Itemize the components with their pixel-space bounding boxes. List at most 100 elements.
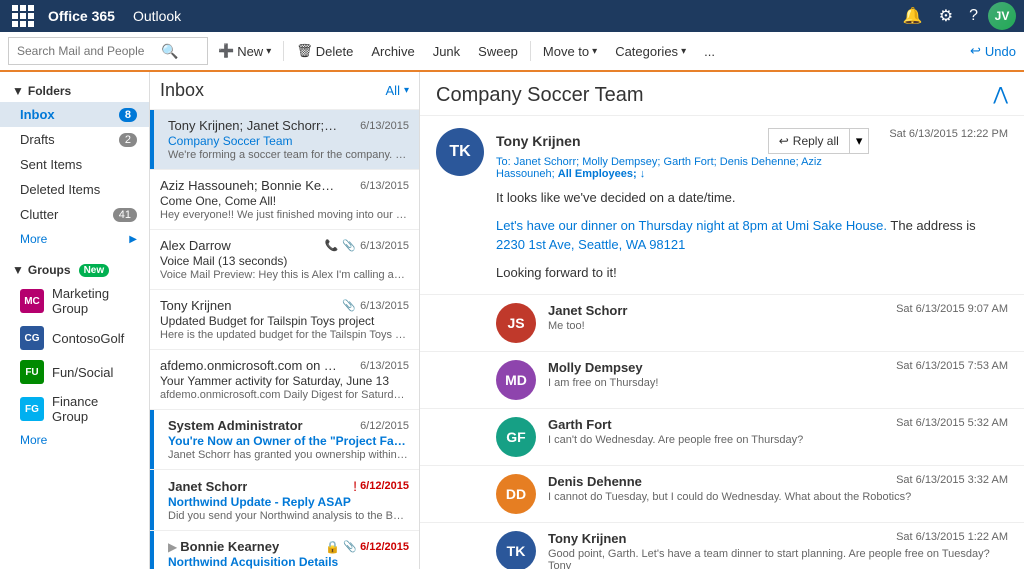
reply-all-button[interactable]: ↩ Reply all	[768, 128, 850, 154]
email-item-4[interactable]: Tony Krijnen 📎 6/13/2015 Updated Budget …	[150, 290, 419, 350]
collapse-button[interactable]: ⋀	[993, 84, 1008, 105]
email-preview-2: Hey everyone!! We just finished moving i…	[160, 209, 409, 221]
conv-date-2: Sat 6/13/2015 9:07 AM	[896, 303, 1008, 318]
search-box[interactable]: 🔍	[8, 37, 208, 65]
email-sender-7: Janet Schorr	[160, 479, 247, 494]
email-item-5[interactable]: afdemo.onmicrosoft.com on Yammer 6/13/20…	[150, 350, 419, 410]
email-item-8[interactable]: ▶ Bonnie Kearney 🔒 📎 6/12/2015 Northwind…	[150, 531, 419, 569]
email-subject-1: Company Soccer Team	[168, 134, 409, 148]
unread-indicator-8	[150, 531, 154, 569]
clutter-label: Clutter	[20, 207, 58, 222]
user-avatar[interactable]: JV	[988, 2, 1016, 30]
moveto-label: Move to	[543, 44, 589, 59]
conv-avatar-1: TK	[436, 128, 484, 176]
notifications-button[interactable]: 🔔	[897, 2, 929, 30]
conv-item-3[interactable]: MD Molly Dempsey Sat 6/13/2015 7:53 AM I…	[420, 352, 1024, 409]
email-list-header: Inbox All ▾	[150, 72, 419, 110]
new-button[interactable]: ➕ New ▾	[210, 35, 279, 67]
conv-preview-2: Me too!	[548, 320, 1008, 332]
waffle-menu[interactable]	[8, 1, 38, 31]
email-meta-1: Tony Krijnen; Janet Schorr; Molly D... 6…	[160, 118, 409, 133]
search-icon[interactable]: 🔍	[161, 43, 178, 60]
folders-chevron: ▼	[12, 84, 24, 98]
unread-indicator-6	[150, 410, 154, 469]
deleted-label: Deleted Items	[20, 182, 100, 197]
archive-label: Archive	[371, 44, 414, 59]
categories-button[interactable]: Categories ▾	[607, 35, 694, 67]
sidebar-item-inbox[interactable]: Inbox 8	[0, 102, 149, 127]
group-item-contosogolf[interactable]: CG ContosoGolf	[0, 321, 149, 355]
folders-label: Folders	[28, 84, 71, 98]
email-meta-3: Alex Darrow 📞 📎 6/13/2015	[160, 238, 409, 253]
sweep-button[interactable]: Sweep	[470, 35, 526, 67]
reply-dropdown[interactable]: ▾	[850, 128, 870, 154]
conv-item-4[interactable]: GF Garth Fort Sat 6/13/2015 5:32 AM I ca…	[420, 409, 1024, 466]
email-item-3[interactable]: Alex Darrow 📞 📎 6/13/2015 Voice Mail (13…	[150, 230, 419, 290]
conv-item-5[interactable]: DD Denis Dehenne Sat 6/13/2015 3:32 AM I…	[420, 466, 1024, 523]
help-button[interactable]: ?	[963, 3, 984, 29]
sidebar-item-drafts[interactable]: Drafts 2	[0, 127, 149, 152]
new-label: New	[237, 44, 263, 59]
group-label-finance: Finance Group	[52, 394, 137, 424]
sidebar-item-more[interactable]: More ▶	[0, 227, 149, 251]
delete-button[interactable]: 🗑 Delete	[288, 35, 361, 67]
conv-sender-4: Garth Fort	[548, 417, 612, 432]
groups-section-header[interactable]: ▼ Groups New	[0, 259, 149, 281]
email-item-7[interactable]: Janet Schorr ! 6/12/2015 Northwind Updat…	[150, 470, 419, 531]
email-sender-4: Tony Krijnen	[160, 298, 232, 313]
divider-2	[530, 41, 531, 61]
sidebar-item-clutter[interactable]: Clutter 41	[0, 202, 149, 227]
more-button[interactable]: ...	[696, 35, 723, 67]
email-item-6[interactable]: System Administrator 6/12/2015 You're No…	[150, 410, 419, 470]
moveto-button[interactable]: Move to ▾	[535, 35, 605, 67]
email-sender-8: Bonnie Kearney	[180, 539, 279, 554]
email-meta-8: ▶ Bonnie Kearney 🔒 📎 6/12/2015	[160, 539, 409, 554]
top-bar-actions: 🔔 ⚙ ? JV	[897, 2, 1016, 30]
conv-content-4: Garth Fort Sat 6/13/2015 5:32 AM I can't…	[548, 417, 1008, 446]
group-item-marketing[interactable]: MC Marketing Group	[0, 281, 149, 321]
email-item-1[interactable]: Tony Krijnen; Janet Schorr; Molly D... 6…	[150, 110, 419, 170]
email-content-header: Company Soccer Team ⋀	[420, 72, 1024, 116]
sidebar-item-deleted[interactable]: Deleted Items	[0, 177, 149, 202]
email-date-3: 6/13/2015	[360, 240, 409, 252]
group-label-contosogolf: ContosoGolf	[52, 331, 124, 346]
conv-sender-1: Tony Krijnen	[496, 133, 581, 149]
drafts-badge: 2	[119, 133, 137, 147]
conv-content-3: Molly Dempsey Sat 6/13/2015 7:53 AM I am…	[548, 360, 1008, 389]
email-sender-2: Aziz Hassouneh; Bonnie Kearney; D...	[160, 178, 340, 193]
more-groups-link[interactable]: More	[0, 429, 149, 451]
sidebar-item-sent[interactable]: Sent Items	[0, 152, 149, 177]
group-item-funsocial[interactable]: FU Fun/Social	[0, 355, 149, 389]
email-list: Inbox All ▾ Tony Krijnen; Janet Schorr; …	[150, 72, 420, 569]
email-item-2[interactable]: Aziz Hassouneh; Bonnie Kearney; D... 6/1…	[150, 170, 419, 230]
undo-button[interactable]: ↩ Undo	[970, 43, 1016, 59]
email-sender-6: System Administrator	[160, 418, 303, 433]
group-label-marketing: Marketing Group	[52, 286, 137, 316]
new-dropdown-icon: ▾	[266, 46, 271, 57]
clutter-badge: 41	[113, 208, 137, 222]
email-subject-6: You're Now an Owner of the "Project Falc…	[168, 434, 409, 448]
email-subject-4: Updated Budget for Tailspin Toys project	[160, 314, 409, 328]
conv-avatar-3: MD	[496, 360, 536, 400]
group-avatar-finance: FG	[20, 397, 44, 421]
conv-item-6[interactable]: TK Tony Krijnen Sat 6/13/2015 1:22 AM Go…	[420, 523, 1024, 569]
settings-button[interactable]: ⚙	[933, 2, 959, 30]
conv-sender-info-1: Tony Krijnen ↩ Reply all ▾ To: Janet Sch…	[496, 128, 869, 180]
email-list-filter[interactable]: All ▾	[386, 83, 409, 98]
archive-button[interactable]: Archive	[363, 35, 422, 67]
email-meta-5: afdemo.onmicrosoft.com on Yammer 6/13/20…	[160, 358, 409, 373]
groups-new-badge: New	[79, 264, 110, 277]
more-label: ...	[704, 44, 715, 59]
inbox-label: Inbox	[20, 107, 55, 122]
body-link-1[interactable]: Let's have our dinner on Thursday night …	[496, 218, 887, 233]
conv-item-2[interactable]: JS Janet Schorr Sat 6/13/2015 9:07 AM Me…	[420, 295, 1024, 352]
email-content: Company Soccer Team ⋀ TK Tony Krijnen ↩ …	[420, 72, 1024, 569]
search-input[interactable]	[17, 44, 157, 58]
email-sender-5: afdemo.onmicrosoft.com on Yammer	[160, 358, 340, 373]
main-layout: ▼ Folders Inbox 8 Drafts 2 Sent Items De…	[0, 72, 1024, 569]
group-item-finance[interactable]: FG Finance Group	[0, 389, 149, 429]
body-link-2[interactable]: 2230 1st Ave, Seattle, WA 98121	[496, 237, 685, 252]
folders-section-header[interactable]: ▼ Folders	[0, 80, 149, 102]
junk-button[interactable]: Junk	[425, 35, 468, 67]
clip-icon-3: 📎	[342, 239, 356, 252]
